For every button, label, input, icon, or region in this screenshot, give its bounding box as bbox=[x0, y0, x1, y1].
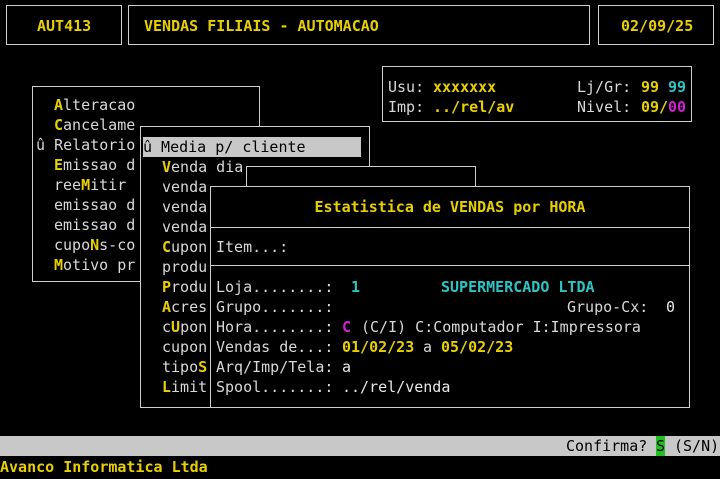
vendas-from-input[interactable]: 01/02/23 bbox=[342, 337, 414, 357]
hora-label: Hora........: bbox=[216, 318, 334, 336]
menu-item-cupons[interactable]: cupoNs-co bbox=[54, 235, 135, 255]
grupocx-input[interactable]: 0 bbox=[666, 297, 675, 317]
report-dialog: Estatistica de VENDAS por HORA Item...: … bbox=[210, 186, 690, 408]
spool-label: Spool.......: bbox=[216, 378, 334, 396]
submenu-item-media-cliente[interactable]: û Media p/ cliente bbox=[143, 137, 361, 157]
submenu-item-venda-3[interactable]: venda bbox=[162, 217, 207, 237]
menu-item-emissao-1[interactable]: Emissao d bbox=[54, 155, 135, 175]
submenu-item-cupon-2[interactable]: cUpon bbox=[162, 317, 207, 337]
vendas-a-label: a bbox=[423, 338, 433, 356]
nivel-label: Nivel: bbox=[577, 98, 632, 116]
grupocx-label: Grupo-Cx: bbox=[567, 298, 649, 316]
date-box: 02/09/25 bbox=[598, 5, 714, 45]
loja-label: Loja........: bbox=[216, 278, 334, 296]
submenu-item-limit[interactable]: Limit bbox=[162, 377, 207, 397]
menu-item-reemitir[interactable]: reeMitir bbox=[54, 175, 126, 195]
program-code-box: AUT413 bbox=[6, 5, 122, 45]
nivel-value-2: 00 bbox=[668, 98, 687, 116]
menu-item-cancelamento[interactable]: Cancelame bbox=[54, 115, 135, 135]
confirm-options: (S/N) bbox=[674, 437, 720, 455]
spool-input[interactable]: ../rel/venda bbox=[342, 377, 450, 397]
program-code: AUT413 bbox=[37, 17, 92, 35]
program-title: VENDAS FILIAIS - AUTOMACAO bbox=[144, 17, 379, 35]
vendas-to-input[interactable]: 05/02/23 bbox=[441, 337, 513, 357]
arq-label: Arq/Imp/Tela: bbox=[216, 358, 334, 376]
imp-value: ../rel/av bbox=[433, 98, 515, 116]
status-bar: Confirma? S (S/N) bbox=[0, 436, 720, 456]
lj-value-loja: 99 bbox=[641, 78, 660, 96]
usu-label: Usu: bbox=[388, 78, 425, 96]
loja-name: SUPERMERCADO LTDA bbox=[441, 278, 595, 296]
lj-value-grupo: 99 bbox=[668, 78, 687, 96]
submenu-item-acres[interactable]: Acres bbox=[162, 297, 207, 317]
usu-value: xxxxxxx bbox=[433, 78, 497, 96]
submenu-item-venda-2[interactable]: venda bbox=[162, 197, 207, 217]
hora-options: (C/I) C:Computador I:Impressora bbox=[361, 318, 641, 336]
submenu-item-cupon-1[interactable]: Cupon bbox=[162, 237, 207, 257]
user-panel: Usu: xxxxxxx Lj/Gr: 99 99 Imp: ../rel/av… bbox=[382, 66, 692, 122]
hora-input[interactable]: C bbox=[342, 317, 351, 337]
grupo-label: Grupo.......: bbox=[216, 298, 334, 316]
submenu-item-cupon-3[interactable]: cupon bbox=[162, 337, 207, 357]
dialog-title: Estatistica de VENDAS por HORA bbox=[314, 198, 586, 216]
item-label: Item...: bbox=[216, 238, 289, 256]
submenu-item-produ-1[interactable]: produ bbox=[162, 257, 207, 277]
confirm-label: Confirma? bbox=[566, 437, 648, 455]
dialog-divider-2 bbox=[211, 265, 689, 266]
submenu-item-venda-dia[interactable]: Venda dia bbox=[162, 157, 243, 177]
submenu-item-tipos[interactable]: tipoS bbox=[162, 357, 207, 377]
confirm-input[interactable]: S bbox=[656, 436, 666, 456]
nivel-value: 09/ bbox=[641, 98, 669, 116]
imp-label: Imp: bbox=[388, 98, 425, 116]
company-footer: Avanco Informatica Ltda bbox=[0, 458, 208, 476]
submenu-item-venda-1[interactable]: venda bbox=[162, 177, 207, 197]
menu-item-motivo[interactable]: Motivo pr bbox=[54, 255, 135, 275]
program-title-box: VENDAS FILIAIS - AUTOMACAO bbox=[128, 5, 590, 45]
loja-input[interactable]: 1 bbox=[351, 277, 360, 297]
arq-input[interactable]: a bbox=[342, 357, 351, 377]
dialog-divider-1 bbox=[211, 227, 689, 228]
menu-item-alteracao[interactable]: Alteracao bbox=[54, 95, 135, 115]
vendas-label: Vendas de...: bbox=[216, 338, 334, 356]
header-date: 02/09/25 bbox=[621, 17, 694, 35]
lj-label: Lj/Gr: bbox=[577, 78, 632, 96]
menu-item-emissao-2[interactable]: emissao d bbox=[54, 195, 135, 215]
menu-item-relatorio[interactable]: û Relatorio bbox=[36, 135, 135, 155]
menu-item-emissao-3[interactable]: emissao d bbox=[54, 215, 135, 235]
submenu-item-produ-2[interactable]: Produ bbox=[162, 277, 207, 297]
